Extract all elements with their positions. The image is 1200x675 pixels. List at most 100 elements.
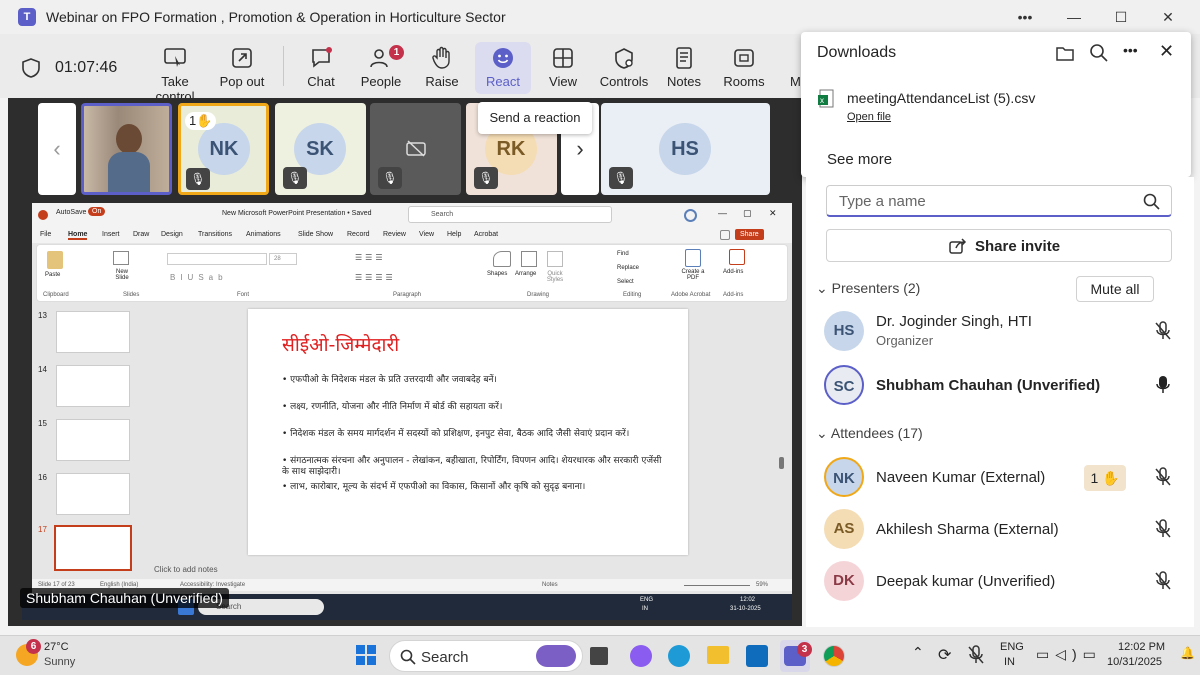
font-size-box[interactable]: 28 (269, 253, 297, 265)
autosave-toggle[interactable]: On (88, 207, 106, 216)
presenter-row[interactable]: HS Dr. Joginder Singh, HTI Organizer (824, 309, 1184, 357)
close-icon[interactable]: ✕ (1159, 41, 1174, 62)
ppt-minimize-icon[interactable]: — (718, 208, 727, 218)
attendee-row[interactable]: DK Deepak kumar (Unverified) (824, 559, 1184, 607)
outlook-icon[interactable] (746, 645, 768, 667)
participant-tile-camera-off[interactable]: 🎙 (370, 103, 461, 195)
presenter-row[interactable]: SC Shubham Chauhan (Unverified) (824, 363, 1184, 411)
notes-placeholder[interactable]: Click to add notes (154, 565, 218, 574)
taskbar-clock[interactable]: 12:02 PM (1118, 641, 1165, 653)
mic-on-icon[interactable] (1156, 375, 1170, 395)
zoom-level[interactable]: 59% (756, 582, 768, 588)
menu-animations[interactable]: Animations (246, 231, 281, 238)
font-style-icons[interactable]: BIUSab (170, 273, 228, 282)
menu-transitions[interactable]: Transitions (198, 231, 232, 238)
quick-styles-icon[interactable] (547, 251, 563, 267)
arrange-icon[interactable] (521, 251, 537, 267)
menu-review[interactable]: Review (383, 231, 406, 238)
create-pdf-icon[interactable] (685, 249, 701, 267)
raise-hand-button[interactable]: Raise (407, 42, 477, 94)
zoom-slider[interactable] (684, 585, 750, 586)
mic-off-icon[interactable] (1154, 571, 1172, 591)
attendee-row[interactable]: AS Akhilesh Sharma (External) (824, 507, 1184, 555)
comments-icon[interactable] (720, 230, 730, 240)
close-button[interactable]: ✕ (1148, 6, 1188, 28)
menu-view[interactable]: View (419, 231, 434, 238)
rooms-button[interactable]: Rooms (709, 42, 779, 94)
menu-design[interactable]: Design (161, 231, 183, 238)
people-button[interactable]: People 1 (346, 42, 416, 103)
mic-off-icon[interactable] (1154, 519, 1172, 539)
attendee-row[interactable]: NK Naveen Kumar (External) 1 ✋ (824, 455, 1184, 503)
task-view-icon[interactable] (590, 647, 608, 665)
download-filename[interactable]: meetingAttendanceList (5).csv (847, 90, 1035, 106)
menu-file[interactable]: File (40, 231, 51, 238)
slide-thumbnail[interactable] (56, 311, 130, 353)
slide-thumbnail[interactable] (56, 365, 130, 407)
find-button[interactable]: Find (617, 251, 629, 257)
ppt-close-icon[interactable]: ✕ (769, 208, 777, 219)
ppt-share-button[interactable]: Share (735, 229, 764, 240)
system-tray-icons[interactable]: ▭◁)▭ (1036, 646, 1102, 663)
menu-acrobat[interactable]: Acrobat (474, 231, 498, 238)
people-search-input[interactable]: Type a name (826, 185, 1172, 217)
view-button[interactable]: View (528, 42, 598, 94)
menu-insert[interactable]: Insert (102, 231, 120, 238)
align-icons[interactable]: ☰☰☰☰ (355, 273, 396, 282)
maximize-button[interactable]: ☐ (1101, 6, 1141, 28)
list-icons[interactable]: ☰☰☰ (355, 253, 386, 262)
slide-thumbnail-selected[interactable] (54, 525, 132, 571)
paste-icon[interactable] (47, 251, 63, 269)
gallery-prev-button[interactable]: ‹ (38, 103, 76, 195)
mic-off-icon[interactable] (967, 645, 985, 665)
ppt-search-box[interactable]: Search (408, 206, 612, 223)
attendees-section-header[interactable]: ⌄ Attendees (17) (816, 425, 923, 442)
more-options-icon[interactable]: ••• (1005, 6, 1045, 28)
new-slide-icon[interactable] (113, 251, 129, 265)
mic-off-icon[interactable] (1154, 321, 1172, 341)
share-invite-button[interactable]: Share invite (826, 229, 1172, 262)
open-file-link[interactable]: Open file (847, 111, 891, 123)
menu-home[interactable]: Home (68, 231, 88, 240)
notification-bell-icon[interactable]: 🔔 (1180, 646, 1195, 660)
shapes-icon[interactable] (493, 251, 511, 267)
taskbar-date[interactable]: 10/31/2025 (1107, 656, 1162, 668)
notes-toggle[interactable]: Notes (542, 582, 558, 588)
add-ins-icon[interactable] (729, 249, 745, 265)
edge-icon[interactable] (668, 645, 690, 667)
taskbar-lang2[interactable]: IN (1004, 656, 1015, 668)
participant-tile-sk[interactable]: SK 🎙 (275, 103, 366, 195)
react-button[interactable]: React (475, 42, 531, 94)
menu-draw[interactable]: Draw (133, 231, 149, 238)
mic-off-icon[interactable] (1154, 467, 1172, 487)
more-options-icon[interactable]: ••• (1123, 42, 1138, 58)
scroll-thumb[interactable] (779, 457, 784, 469)
chevron-up-icon[interactable]: ⌃ (912, 644, 924, 661)
see-more-link[interactable]: See more (827, 151, 892, 168)
mute-all-button[interactable]: Mute all (1076, 276, 1154, 302)
copilot-icon[interactable] (630, 645, 652, 667)
replace-button[interactable]: Replace (617, 265, 639, 271)
participant-video-tile[interactable] (81, 103, 172, 195)
sync-icon[interactable]: ⟳ (938, 645, 951, 665)
taskbar-lang[interactable]: ENG (1000, 641, 1024, 653)
minimize-button[interactable]: — (1054, 6, 1094, 28)
menu-slideshow[interactable]: Slide Show (298, 231, 333, 238)
teams-taskbar-button[interactable]: 3 (780, 640, 812, 672)
more-button[interactable]: M (770, 42, 800, 94)
presenters-section-header[interactable]: ⌄ Presenters (2) (816, 280, 920, 297)
take-control-button[interactable]: Take control (140, 42, 210, 104)
select-button[interactable]: Select (617, 279, 634, 285)
folder-icon[interactable] (1055, 44, 1075, 62)
file-explorer-icon[interactable] (707, 646, 729, 664)
search-icon[interactable] (1089, 43, 1109, 63)
taskbar-search[interactable]: Search (389, 640, 583, 672)
slide-thumbnail[interactable] (56, 473, 130, 515)
participant-tile-hs[interactable]: HS 🎙 (601, 103, 770, 195)
ppt-maximize-icon[interactable]: ▢ (743, 208, 752, 219)
slide-thumbnail[interactable] (56, 419, 130, 461)
chrome-icon[interactable] (823, 645, 845, 667)
participant-tile-nk[interactable]: NK 1✋ 🎙 (178, 103, 269, 195)
pop-out-button[interactable]: Pop out (207, 42, 277, 94)
menu-record[interactable]: Record (347, 231, 370, 238)
